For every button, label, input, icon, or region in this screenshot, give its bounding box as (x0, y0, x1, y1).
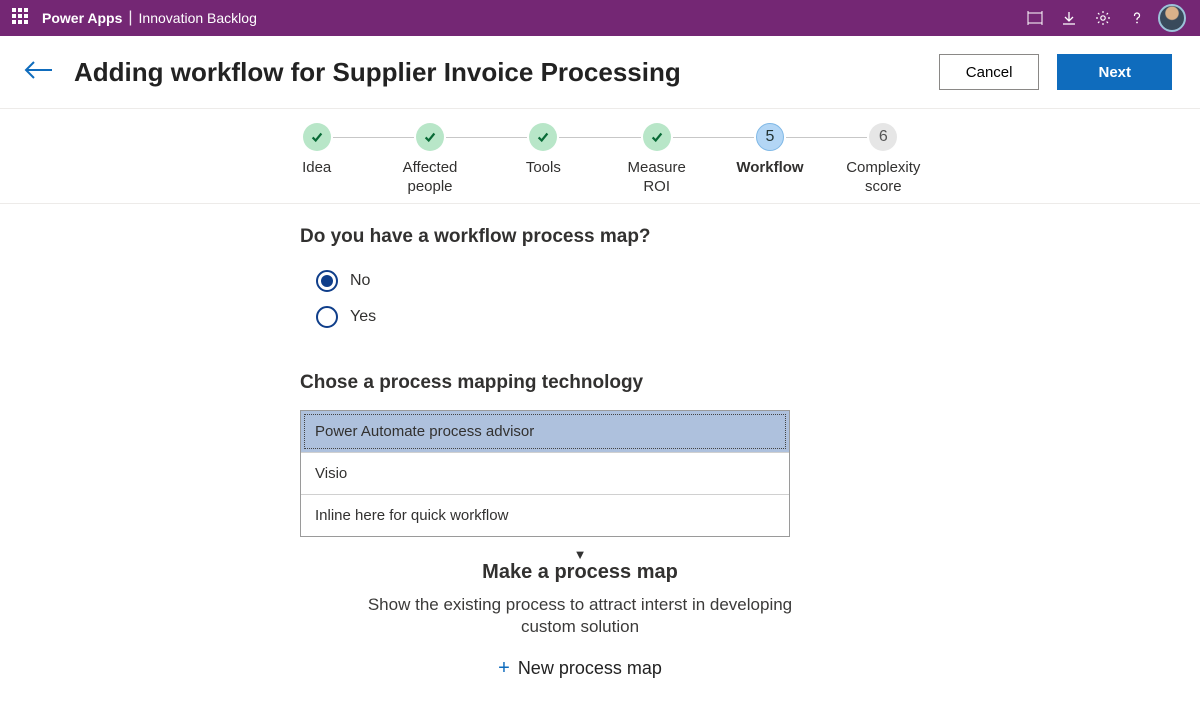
section-description: Show the existing process to attract int… (300, 594, 860, 640)
question-1-heading: Do you have a workflow process map? (300, 226, 860, 248)
question-2-heading: Chose a process mapping technology (300, 372, 860, 394)
waffle-icon[interactable] (12, 8, 32, 28)
step-4[interactable]: MeasureROI (600, 123, 713, 197)
step-label: Complexityscore (846, 159, 920, 197)
back-arrow-icon[interactable] (22, 58, 56, 87)
appbar-appname: Innovation Backlog (139, 10, 257, 26)
main-content: Do you have a workflow process map? No Y… (0, 204, 1200, 681)
radio-no[interactable]: No (316, 266, 860, 296)
check-icon (529, 123, 557, 151)
new-process-map-link[interactable]: + New process map (498, 657, 662, 680)
appbar: Power Apps | Innovation Backlog (0, 0, 1200, 36)
object-icon[interactable] (1018, 0, 1052, 36)
step-label: Affectedpeople (403, 159, 458, 197)
radio-circle-icon (316, 270, 338, 292)
step-2[interactable]: Affectedpeople (373, 123, 486, 197)
next-button[interactable]: Next (1057, 54, 1172, 90)
help-icon[interactable] (1120, 0, 1154, 36)
page-header: Adding workflow for Supplier Invoice Pro… (0, 36, 1200, 109)
step-label: Tools (526, 159, 561, 178)
step-1[interactable]: Idea (260, 123, 373, 178)
gear-icon[interactable] (1086, 0, 1120, 36)
technology-option[interactable]: Power Automate process advisor (301, 411, 789, 452)
section-title: Make a process map (300, 561, 860, 584)
step-5[interactable]: 5 Workflow (713, 123, 826, 178)
step-6[interactable]: 6 Complexityscore (827, 123, 940, 197)
check-icon (303, 123, 331, 151)
radio-yes-label: Yes (350, 308, 376, 326)
page-title: Adding workflow for Supplier Invoice Pro… (74, 57, 921, 88)
step-number: 6 (869, 123, 897, 151)
radio-yes[interactable]: Yes (316, 302, 860, 332)
radio-circle-icon (316, 306, 338, 328)
technology-option[interactable]: Visio (301, 452, 789, 494)
cancel-button[interactable]: Cancel (939, 54, 1040, 90)
stepper: Idea Affectedpeople Tools MeasureROI 5 Workfl… (0, 109, 1200, 204)
new-process-map-label: New process map (518, 658, 662, 679)
step-number: 5 (756, 123, 784, 151)
download-icon[interactable] (1052, 0, 1086, 36)
avatar[interactable] (1158, 4, 1186, 32)
check-icon (643, 123, 671, 151)
plus-icon: + (498, 657, 510, 680)
check-icon (416, 123, 444, 151)
technology-option[interactable]: Inline here for quick workflow (301, 494, 789, 536)
caret-down-icon: ▼ (300, 551, 860, 559)
appbar-product: Power Apps (42, 10, 122, 26)
appbar-separator: | (122, 9, 138, 27)
step-3[interactable]: Tools (487, 123, 600, 178)
step-label: Idea (302, 159, 331, 178)
step-label: Workflow (736, 159, 803, 178)
step-label: MeasureROI (627, 159, 685, 197)
radio-no-label: No (350, 272, 370, 290)
technology-listbox[interactable]: Power Automate process advisorVisioInlin… (300, 410, 790, 537)
